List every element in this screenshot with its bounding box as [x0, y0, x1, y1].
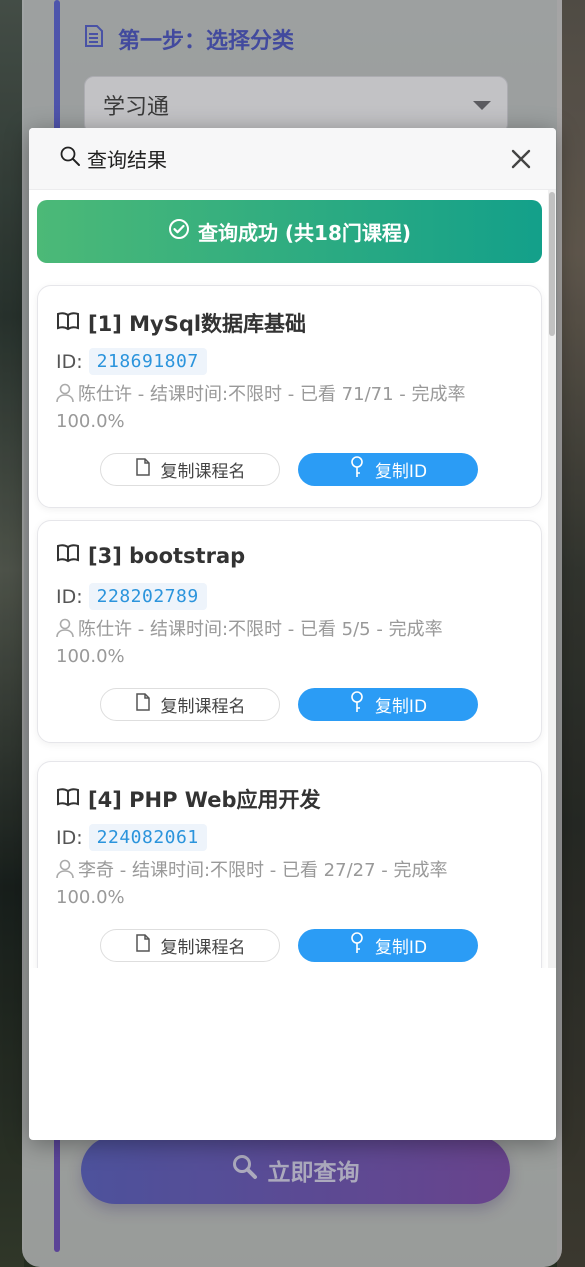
id-label: ID: [56, 350, 83, 373]
key-icon [349, 691, 365, 718]
copy-id-button[interactable]: 复制ID [298, 688, 478, 721]
course-id: 218691807 [88, 348, 207, 375]
user-icon [56, 618, 74, 645]
success-text: 查询成功 (共18门课程) [197, 221, 412, 245]
course-id-row: ID: 228202789 [56, 583, 207, 610]
book-open-icon [56, 543, 80, 568]
course-id-row: ID: 224082061 [56, 824, 207, 851]
copy-course-name-label: 复制课程名 [160, 938, 246, 958]
search-icon [59, 145, 81, 172]
file-icon [135, 693, 151, 716]
modal-scrollbar-thumb[interactable] [549, 192, 555, 336]
course-title-row: [1] MySql数据库基础 [56, 308, 306, 338]
close-icon[interactable] [510, 148, 532, 170]
course-card: [1] MySql数据库基础 ID: 218691807 陈仕许 - 结课时间:… [37, 285, 542, 508]
course-info-text: 陈仕许 - 结课时间:不限时 - 已看 71/71 - 完成率 100.0% [56, 384, 466, 432]
id-label: ID: [56, 585, 83, 608]
book-open-icon [56, 787, 80, 812]
key-icon [349, 456, 365, 483]
copy-course-name-label: 复制课程名 [160, 462, 246, 482]
course-info: 李奇 - 结课时间:不限时 - 已看 27/27 - 完成率 100.0% [56, 859, 516, 910]
id-label: ID: [56, 826, 83, 849]
course-title: [3] bootstrap [88, 543, 246, 568]
user-icon [56, 383, 74, 410]
course-info-text: 李奇 - 结课时间:不限时 - 已看 27/27 - 完成率 100.0% [56, 860, 448, 908]
file-icon [135, 458, 151, 481]
course-id-row: ID: 218691807 [56, 348, 207, 375]
copy-id-label: 复制ID [374, 462, 428, 482]
copy-id-label: 复制ID [374, 938, 428, 958]
copy-id-button[interactable]: 复制ID [298, 453, 478, 486]
file-icon [135, 934, 151, 957]
check-circle-icon [168, 218, 190, 245]
user-icon [56, 859, 74, 886]
course-info-text: 陈仕许 - 结课时间:不限时 - 已看 5/5 - 完成率 100.0% [56, 619, 443, 667]
copy-course-name-button[interactable]: 复制课程名 [100, 929, 280, 962]
modal-title-group: 查询结果 [59, 144, 167, 173]
copy-id-button[interactable]: 复制ID [298, 929, 478, 962]
copy-course-name-label: 复制课程名 [160, 697, 246, 717]
key-icon [349, 932, 365, 959]
course-id: 224082061 [88, 824, 207, 851]
modal-header: 查询结果 [29, 128, 556, 190]
course-title-row: [3] bootstrap [56, 543, 245, 568]
copy-course-name-button[interactable]: 复制课程名 [100, 688, 280, 721]
course-title: [1] MySql数据库基础 [88, 312, 307, 336]
success-banner: 查询成功 (共18门课程) [37, 200, 542, 263]
course-card: [3] bootstrap ID: 228202789 陈仕许 - 结课时间:不… [37, 520, 542, 743]
course-info: 陈仕许 - 结课时间:不限时 - 已看 5/5 - 完成率 100.0% [56, 618, 516, 669]
course-title-row: [4] PHP Web应用开发 [56, 784, 320, 814]
copy-course-name-button[interactable]: 复制课程名 [100, 453, 280, 486]
course-info: 陈仕许 - 结课时间:不限时 - 已看 71/71 - 完成率 100.0% [56, 383, 516, 434]
course-id: 228202789 [88, 583, 207, 610]
book-open-icon [56, 311, 80, 336]
course-card: [4] PHP Web应用开发 ID: 224082061 李奇 - 结课时间:… [37, 761, 542, 968]
results-modal: 查询结果 查询成功 (共18门课程) [1] MySql数据库基础 ID: 21… [29, 128, 556, 1140]
copy-id-label: 复制ID [374, 697, 428, 717]
modal-title: 查询结果 [87, 148, 167, 172]
course-title: [4] PHP Web应用开发 [88, 788, 321, 812]
modal-body[interactable]: 查询成功 (共18门课程) [1] MySql数据库基础 ID: 2186918… [29, 190, 556, 968]
